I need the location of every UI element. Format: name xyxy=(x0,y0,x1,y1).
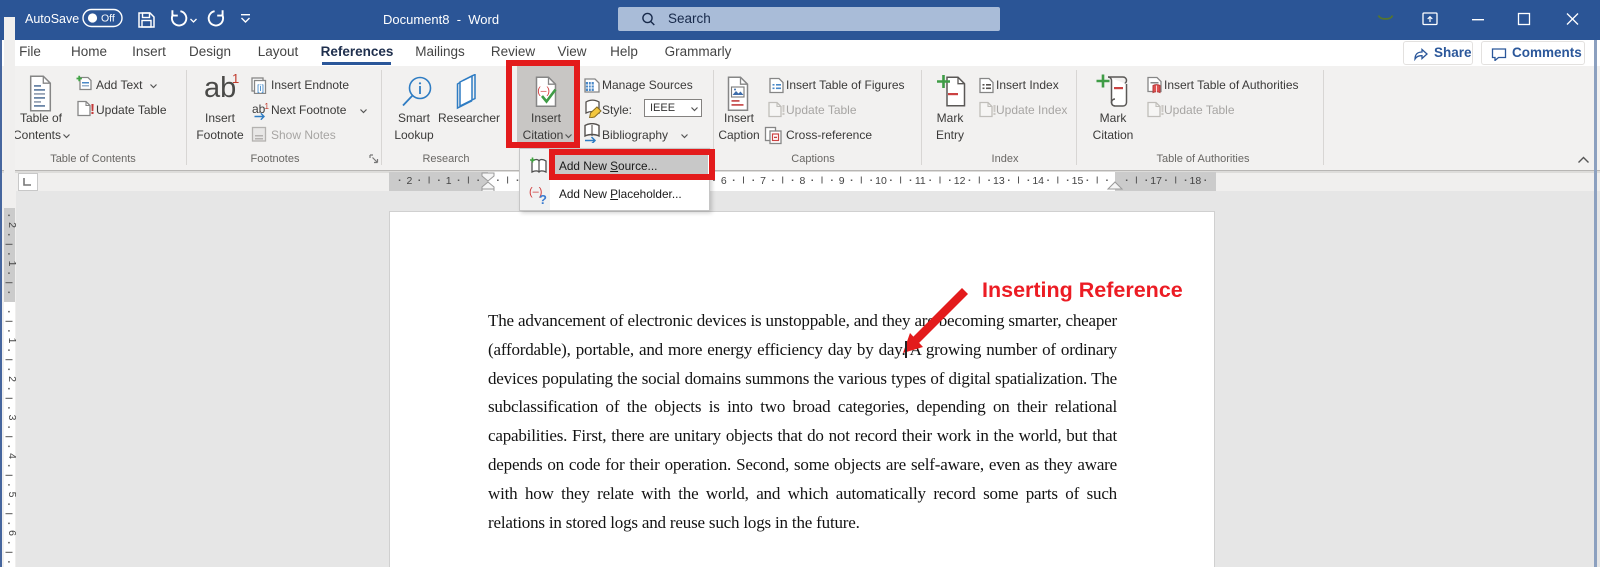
svg-text:6: 6 xyxy=(721,175,727,187)
svg-text:15: 15 xyxy=(1072,175,1084,187)
svg-text:[i]: [i] xyxy=(257,83,264,93)
svg-text:14: 14 xyxy=(1032,175,1044,187)
svg-text:1: 1 xyxy=(265,103,270,111)
svg-text:12: 12 xyxy=(954,175,966,187)
svg-text:?: ? xyxy=(539,192,547,205)
svg-text:7: 7 xyxy=(760,175,766,187)
svg-text:1: 1 xyxy=(446,175,452,187)
svg-text:11: 11 xyxy=(915,175,926,187)
svg-text:Off: Off xyxy=(101,13,115,25)
svg-text:17: 17 xyxy=(1150,175,1162,187)
svg-text:18: 18 xyxy=(1190,175,1202,187)
svg-text:9: 9 xyxy=(839,175,845,187)
svg-text:8: 8 xyxy=(799,175,805,187)
svg-text:2: 2 xyxy=(406,175,412,187)
svg-text:10: 10 xyxy=(875,175,887,187)
svg-text:13: 13 xyxy=(993,175,1005,187)
svg-text:!: ! xyxy=(90,101,95,118)
